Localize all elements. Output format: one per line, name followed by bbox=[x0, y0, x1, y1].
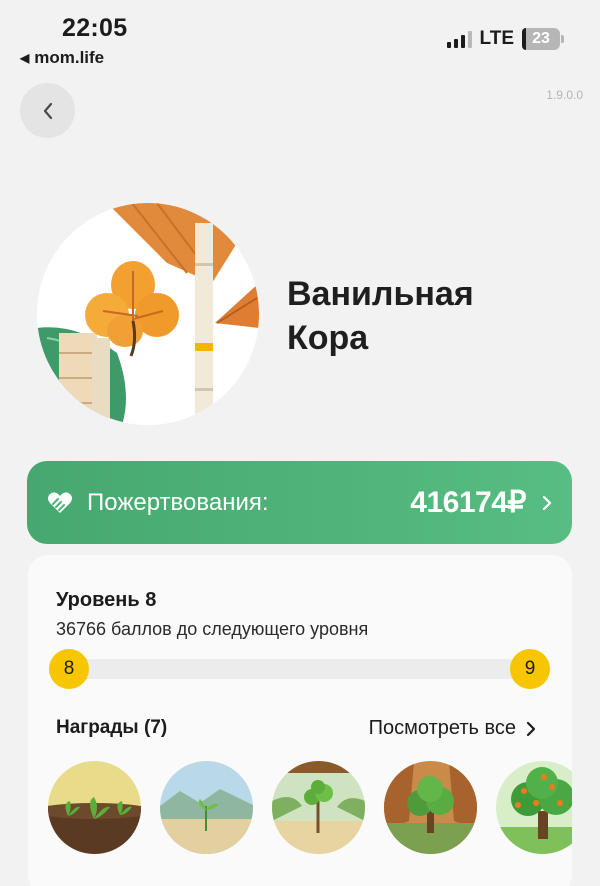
next-level-badge: 9 bbox=[510, 649, 550, 689]
level-points-remaining: 36766 баллов до следующего уровня bbox=[56, 619, 369, 639]
leaf-birch-illustration bbox=[37, 203, 259, 425]
sprout-icon bbox=[160, 761, 253, 854]
tree-icon bbox=[384, 761, 477, 854]
seedlings-icon bbox=[48, 761, 141, 854]
award-tree[interactable] bbox=[384, 761, 477, 854]
profile-name-line1: Ванильная bbox=[287, 275, 474, 313]
status-bar: 22:05 ◀ mom.life LTE 23 bbox=[0, 0, 600, 70]
current-level-badge: 8 bbox=[49, 649, 89, 689]
chevron-right-icon bbox=[542, 495, 552, 510]
app-version: 1.9.0.0 bbox=[546, 88, 583, 102]
see-all-awards-link[interactable]: Посмотреть все bbox=[369, 717, 536, 740]
profile-name-line2: Кора bbox=[287, 319, 369, 357]
back-app-label: mom.life bbox=[34, 48, 105, 67]
level-progress-bar bbox=[64, 659, 532, 679]
profile-name: Ванильная Кора bbox=[287, 272, 474, 360]
level-card: Уровень 8 36766 баллов до следующего уро… bbox=[28, 555, 572, 886]
avatar bbox=[37, 203, 259, 425]
battery-icon: 23 bbox=[522, 28, 564, 50]
back-triangle-icon: ◀ bbox=[20, 51, 30, 65]
awards-title: Награды (7) bbox=[56, 717, 168, 738]
back-button[interactable] bbox=[20, 83, 75, 138]
battery-level: 23 bbox=[532, 30, 550, 47]
donations-label: Пожертвования: bbox=[87, 488, 269, 516]
award-young-tree[interactable] bbox=[272, 761, 365, 854]
status-indicators: LTE 23 bbox=[446, 28, 564, 50]
fruit-tree-icon bbox=[496, 761, 572, 854]
donations-amount: 416174₽ bbox=[410, 486, 526, 519]
award-sprout[interactable] bbox=[160, 761, 253, 854]
heart-hands-icon bbox=[48, 491, 72, 513]
donations-button[interactable]: Пожертвования: 416174₽ bbox=[27, 461, 572, 544]
back-to-app-link[interactable]: ◀ mom.life bbox=[20, 48, 104, 68]
young-tree-icon bbox=[272, 761, 365, 854]
status-time: 22:05 bbox=[62, 14, 128, 42]
award-seedlings[interactable] bbox=[48, 761, 141, 854]
signal-icon bbox=[446, 30, 472, 48]
level-title: Уровень 8 bbox=[56, 589, 157, 611]
awards-list bbox=[48, 761, 572, 855]
network-type: LTE bbox=[479, 28, 514, 49]
chevron-left-icon bbox=[43, 102, 52, 119]
award-fruit-tree[interactable] bbox=[496, 761, 572, 854]
chevron-right-icon bbox=[526, 721, 536, 736]
see-all-label: Посмотреть все bbox=[368, 717, 516, 739]
